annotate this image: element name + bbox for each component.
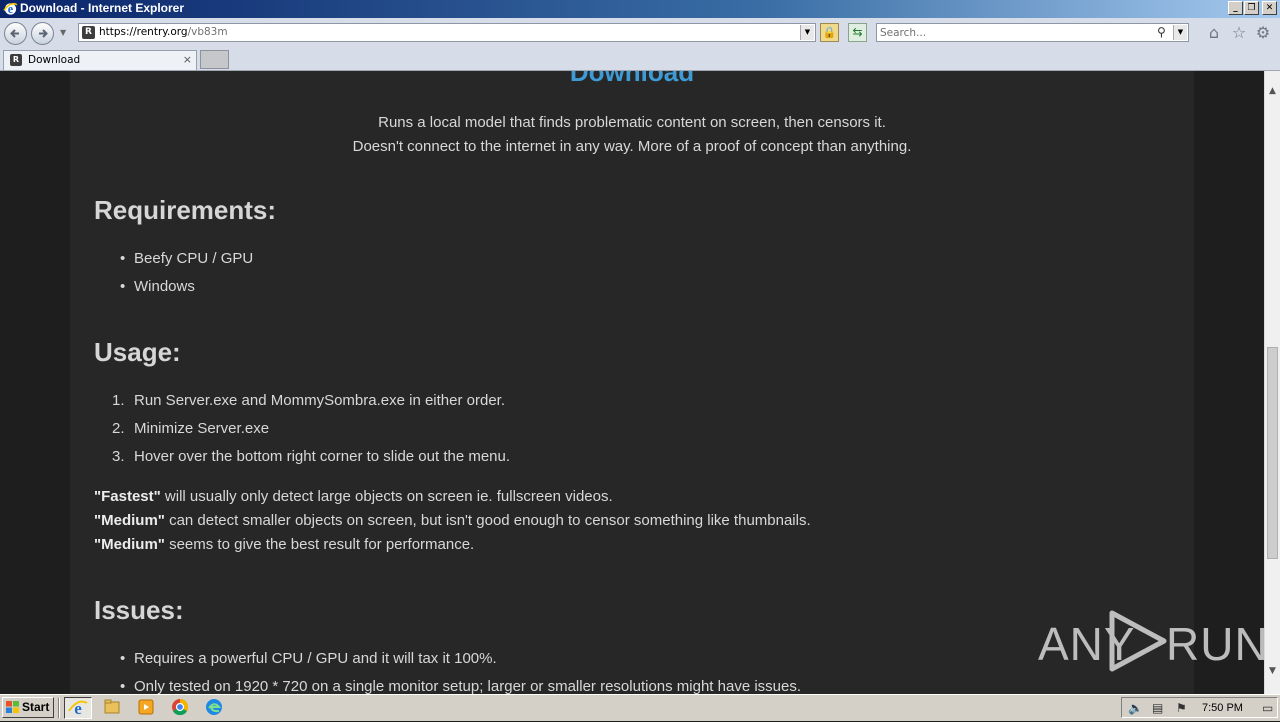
- file-explorer-icon: [104, 699, 120, 714]
- network-icon[interactable]: ▤: [1152, 700, 1163, 716]
- download-heading[interactable]: Download: [70, 71, 1194, 88]
- start-label: Start: [22, 700, 50, 714]
- usage-heading: Usage:: [94, 337, 181, 367]
- scroll-down-icon[interactable]: ▼: [1265, 663, 1280, 680]
- favorites-star-icon[interactable]: ☆: [1230, 24, 1248, 42]
- intro-line: Doesn't connect to the internet in any w…: [352, 138, 912, 155]
- page-viewport: Download Runs a local model that finds p…: [0, 71, 1264, 694]
- refresh-button[interactable]: ⇆: [848, 23, 867, 42]
- list-item: • Beefy CPU / GPU: [120, 250, 254, 267]
- scroll-up-icon[interactable]: ▲: [1265, 83, 1280, 100]
- search-box[interactable]: ⚲ ▼: [876, 23, 1189, 42]
- forward-button[interactable]: [31, 22, 54, 45]
- list-item: 3. Hover over the bottom right corner to …: [112, 448, 511, 465]
- navigation-bar: ▼ R https://rentry.org/vb83m ▼ 🔒 ⇆ ⚲ ▼ ⌂…: [0, 18, 1280, 49]
- system-tray: 🔈 ▤ ⚑ 7:50 PM ▭: [1121, 697, 1278, 718]
- taskbar: Start e 🔈 ▤ ⚑ 7:50 PM ▭: [0, 694, 1280, 721]
- list-item: 2. Minimize Server.exe: [112, 420, 270, 437]
- taskbar-media-player-button[interactable]: [133, 697, 161, 719]
- recent-pages-dropdown-icon[interactable]: ▼: [60, 28, 66, 37]
- back-arrow-icon: [10, 29, 19, 38]
- security-lock-button[interactable]: 🔒: [820, 23, 839, 42]
- forward-arrow-icon: [39, 29, 48, 38]
- url-path: /vb83m: [187, 26, 228, 38]
- intro-text: Runs a local model that finds problemati…: [70, 111, 1194, 159]
- close-window-button[interactable]: ✕: [1262, 1, 1277, 15]
- article: Download Runs a local model that finds p…: [70, 71, 1194, 694]
- requirements-heading: Requirements:: [94, 195, 277, 225]
- taskbar-ie-button[interactable]: e: [64, 697, 92, 719]
- tools-gear-icon[interactable]: ⚙: [1254, 24, 1272, 42]
- address-bar[interactable]: R https://rentry.org/vb83m ▼: [78, 23, 816, 42]
- play-logo-icon: [1109, 610, 1167, 672]
- home-icon[interactable]: ⌂: [1205, 24, 1223, 42]
- anyrun-watermark: ANY RUN: [1038, 607, 1268, 673]
- minimize-button[interactable]: _: [1228, 1, 1243, 15]
- action-center-flag-icon[interactable]: ⚑: [1176, 700, 1187, 716]
- list-item: • Requires a powerful CPU / GPU and it wi…: [120, 650, 497, 667]
- address-dropdown-button[interactable]: ▼: [800, 25, 814, 40]
- scroll-thumb[interactable]: [1267, 347, 1278, 559]
- speed-notes: "Fastest" will usually only detect large…: [94, 485, 811, 557]
- new-tab-button[interactable]: [200, 50, 229, 69]
- note-line: "Medium" can detect smaller objects on s…: [94, 512, 811, 529]
- address-url[interactable]: https://rentry.org/vb83m: [99, 26, 228, 38]
- internet-explorer-icon: e: [3, 2, 18, 16]
- list-item: • Windows: [120, 278, 195, 295]
- window-title: Download - Internet Explorer: [20, 1, 185, 15]
- taskbar-explorer-button[interactable]: [99, 697, 127, 719]
- search-icon[interactable]: ⚲: [1157, 25, 1166, 39]
- volume-icon[interactable]: 🔈: [1128, 700, 1143, 716]
- list-item: 1. Run Server.exe and MommySombra.exe in …: [112, 392, 506, 409]
- tab-bar: R Download ×: [0, 48, 1280, 71]
- usage-list: 1. Run Server.exe and MommySombra.exe in …: [94, 391, 510, 475]
- issues-heading: Issues:: [94, 595, 184, 625]
- taskbar-chrome-button[interactable]: [167, 697, 195, 719]
- requirements-list: • Beefy CPU / GPU • Windows: [94, 249, 253, 305]
- note-line: "Medium" seems to give the best result f…: [94, 536, 475, 553]
- title-bar: e Download - Internet Explorer _ ❐ ✕: [0, 0, 1280, 18]
- chrome-icon: [172, 698, 189, 716]
- media-player-icon: [138, 699, 154, 715]
- taskbar-separator: [58, 698, 60, 718]
- list-item: • Only tested on 1920 * 720 on a single m…: [120, 678, 802, 694]
- edge-icon: [206, 699, 222, 715]
- tab-close-icon[interactable]: ×: [183, 53, 192, 66]
- issues-list: • Requires a powerful CPU / GPU and it wi…: [94, 649, 801, 694]
- intro-line: Runs a local model that finds problemati…: [378, 114, 886, 131]
- vertical-scrollbar[interactable]: ▲ ▼: [1264, 71, 1280, 694]
- taskbar-edge-button[interactable]: [201, 697, 229, 719]
- windows-flag-icon: [6, 701, 19, 713]
- tab-favicon: R: [10, 54, 22, 66]
- search-input[interactable]: [880, 25, 1150, 40]
- watermark-right-text: RUN: [1166, 618, 1269, 670]
- show-desktop-icon[interactable]: ▭: [1262, 700, 1273, 716]
- site-favicon: R: [82, 26, 95, 39]
- search-dropdown-button[interactable]: ▼: [1173, 25, 1187, 40]
- clock[interactable]: 7:50 PM: [1202, 700, 1243, 716]
- url-host: https://rentry.org: [99, 26, 188, 38]
- start-button[interactable]: Start: [2, 697, 54, 718]
- ie-icon: e: [68, 699, 88, 718]
- back-button[interactable]: [4, 22, 27, 45]
- note-line: "Fastest" will usually only detect large…: [94, 488, 613, 505]
- tab-label: Download: [28, 54, 81, 66]
- restore-button[interactable]: ❐: [1244, 1, 1259, 15]
- tab-download[interactable]: R Download ×: [3, 50, 197, 70]
